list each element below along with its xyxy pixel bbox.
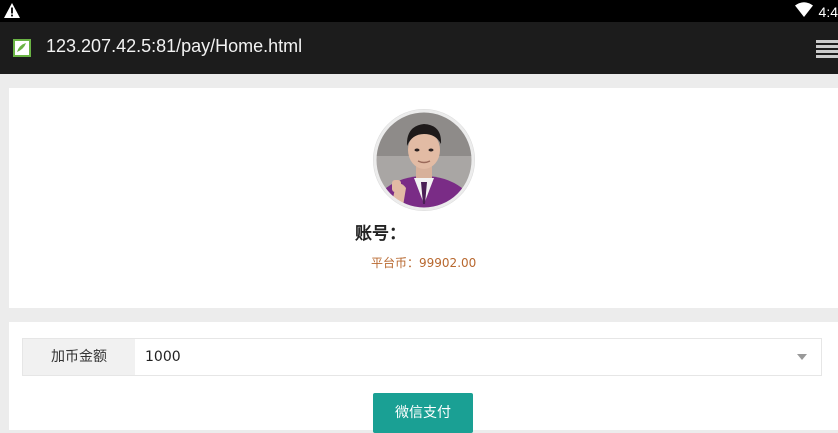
menu-icon[interactable] bbox=[816, 40, 838, 62]
coin-label: 平台币： bbox=[371, 256, 420, 270]
coin-value: 99902.00 bbox=[419, 256, 477, 270]
avatar bbox=[372, 108, 476, 212]
browser-url-bar: 123.207.42.5:81/pay/Home.html bbox=[0, 22, 838, 74]
warning-icon bbox=[4, 3, 20, 22]
status-bar: 4:4 bbox=[0, 0, 838, 22]
amount-select[interactable]: 加币金额 1000 bbox=[22, 338, 822, 376]
wifi-icon bbox=[794, 2, 813, 21]
site-favicon-icon bbox=[13, 39, 31, 61]
amount-value[interactable]: 1000 bbox=[145, 339, 181, 375]
platform-coin-balance: 平台币：99902.00 bbox=[371, 254, 476, 271]
url-text[interactable]: 123.207.42.5:81/pay/Home.html bbox=[46, 36, 302, 57]
status-time: 4:4 bbox=[818, 3, 838, 20]
amount-label: 加币金额 bbox=[23, 339, 135, 375]
wechat-pay-button[interactable]: 微信支付 bbox=[373, 393, 473, 433]
chevron-down-icon[interactable] bbox=[797, 354, 807, 360]
account-label: 账号： bbox=[355, 224, 406, 244]
